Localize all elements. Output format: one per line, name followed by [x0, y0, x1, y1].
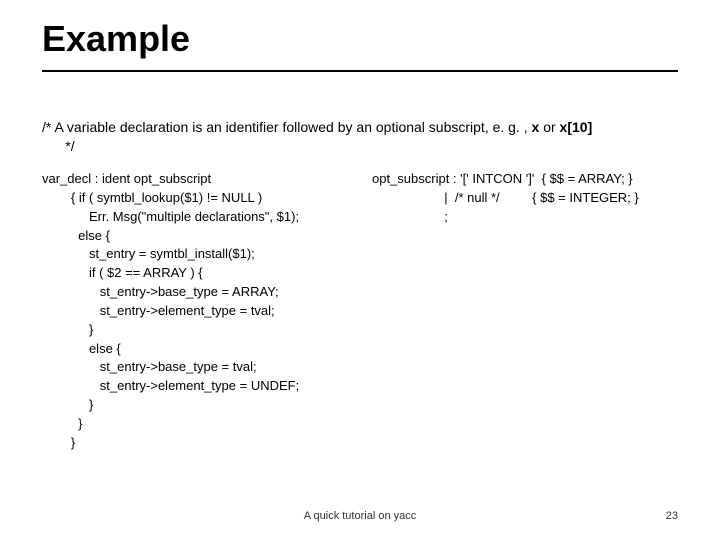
code-columns: var_decl : ident opt_subscript { if ( sy… [42, 170, 682, 453]
comment-close: */ [65, 138, 74, 154]
page-number: 23 [666, 510, 678, 522]
footer-title: A quick tutorial on yacc [0, 510, 720, 522]
comment-bold-x10: x[10] [560, 119, 593, 135]
comment-mid: or [539, 119, 559, 135]
title-rule [42, 70, 678, 72]
slide-title: Example [42, 18, 190, 60]
code-left: var_decl : ident opt_subscript { if ( sy… [42, 170, 352, 453]
comment-prefix: /* A variable declaration is an identifi… [42, 119, 532, 135]
intro-comment: /* A variable declaration is an identifi… [42, 118, 682, 156]
code-right: opt_subscript : '[' INTCON ']' { $$ = AR… [372, 170, 682, 453]
